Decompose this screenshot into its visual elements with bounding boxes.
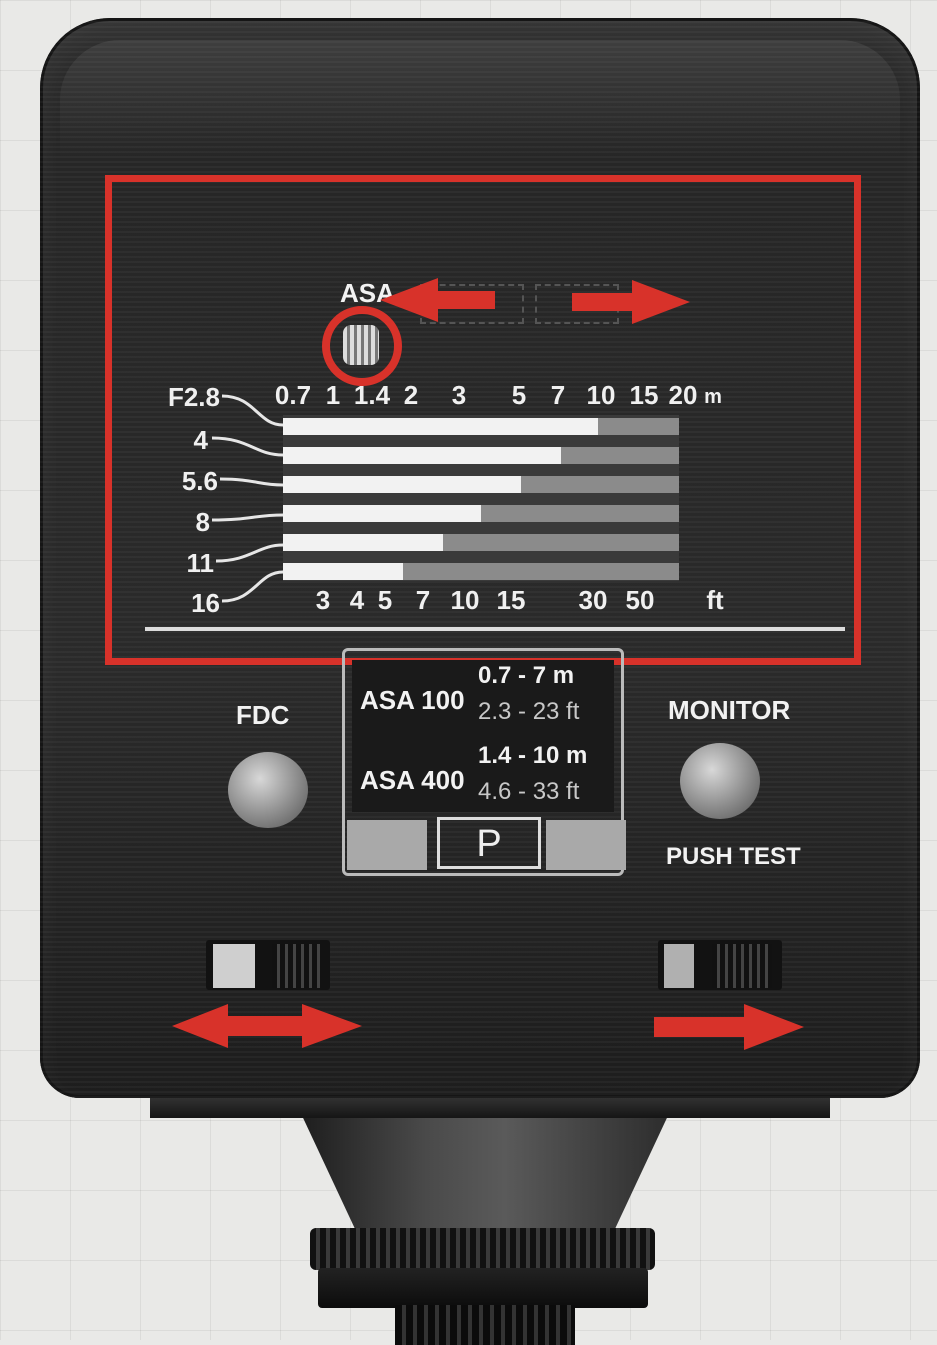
arrow-right-icon	[572, 280, 690, 324]
arrow-left-icon	[380, 278, 495, 322]
arrow-right-icon	[654, 1004, 804, 1050]
direction-arrows	[172, 278, 804, 1050]
double-arrow-icon	[172, 1004, 362, 1048]
